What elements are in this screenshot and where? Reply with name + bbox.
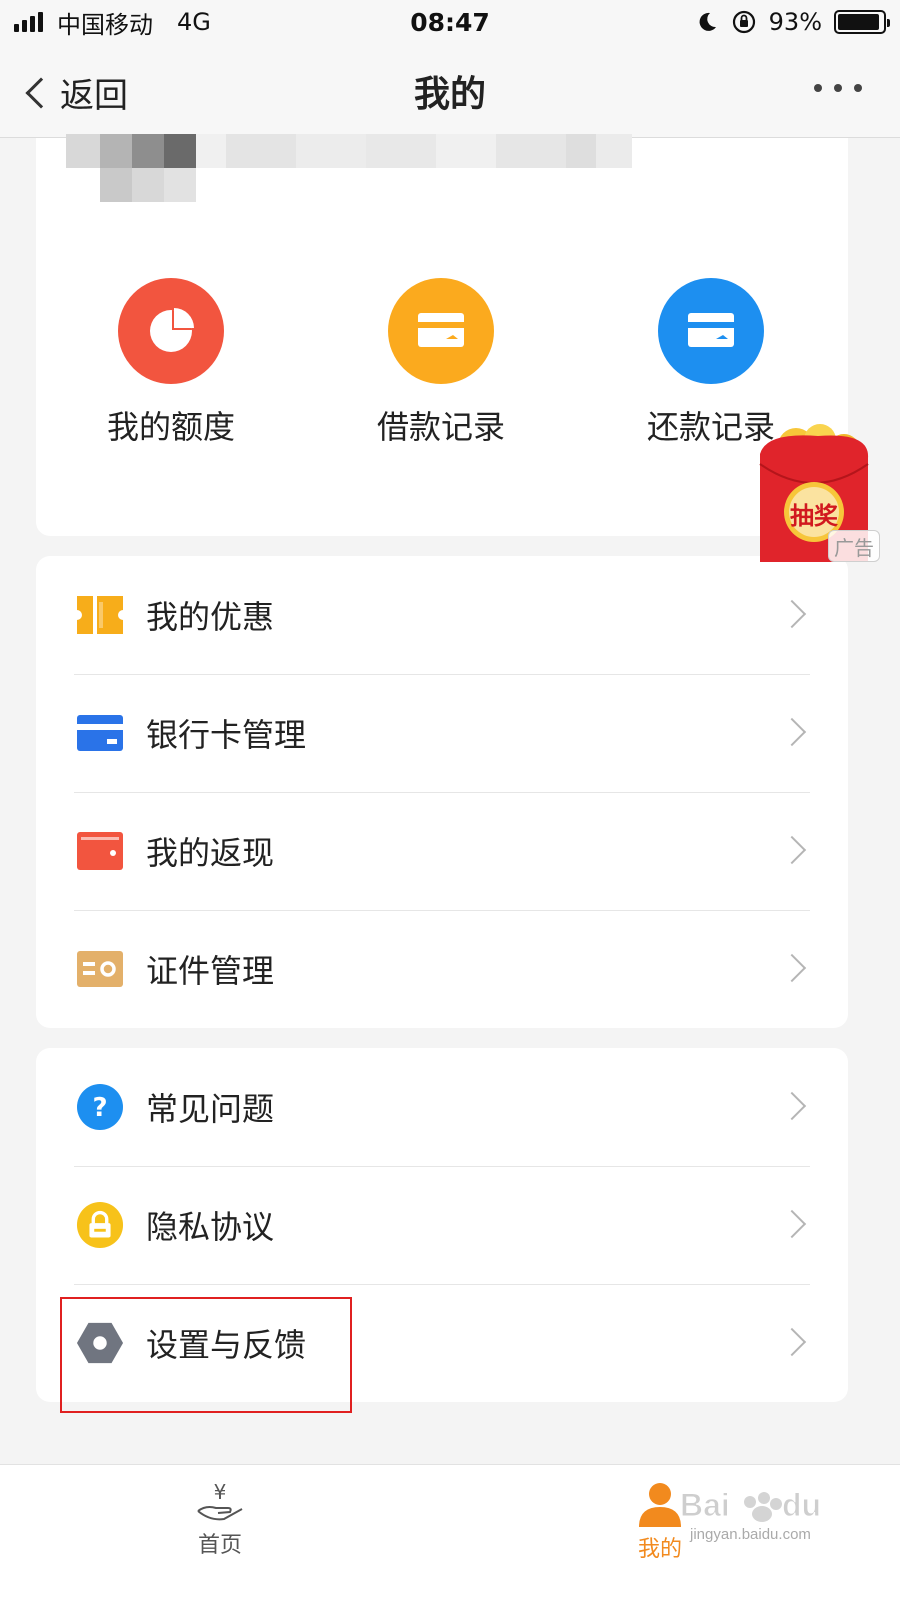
quick-action-loan-records[interactable]: 借款记录	[306, 278, 576, 448]
back-button[interactable]: 返回	[22, 68, 128, 117]
menu-item-coupons[interactable]: 我的优惠	[36, 556, 848, 674]
tab-label: 首页	[197, 1533, 242, 1558]
more-dots-icon[interactable]	[814, 84, 862, 92]
rotation-lock-icon	[732, 10, 755, 34]
menu-item-settings-feedback[interactable]: 设置与反馈	[36, 1284, 848, 1402]
signal-icon	[14, 12, 43, 32]
menu-label: 我的返现	[146, 834, 275, 872]
tab-bar: ¥ 首页 我的	[0, 1464, 900, 1600]
chevron-left-icon	[25, 76, 57, 109]
battery-icon	[834, 10, 890, 34]
profile-card: 我的额度 借款记录 还款记录	[36, 134, 848, 536]
home-yen-icon: ¥	[197, 1481, 243, 1521]
question-icon: ?	[76, 1083, 124, 1131]
card-icon	[388, 278, 494, 384]
tab-mine[interactable]: 我的	[620, 1481, 700, 1563]
chevron-right-icon	[777, 599, 807, 629]
chevron-right-icon	[777, 835, 807, 865]
user-icon	[639, 1483, 681, 1527]
status-left: 中国移动 4G	[14, 5, 211, 40]
page-title: 我的	[413, 73, 486, 115]
menu-label: 证件管理	[146, 952, 275, 990]
settings-icon	[76, 1319, 124, 1367]
carrier-name: 中国移动	[57, 10, 153, 39]
svg-text:?: ?	[92, 1093, 107, 1123]
network-type: 4G	[177, 8, 211, 36]
battery-percent: 93%	[768, 8, 822, 36]
status-right: 93%	[695, 8, 890, 36]
quick-action-quota[interactable]: 我的额度	[36, 278, 306, 448]
menu-item-faq[interactable]: ? 常见问题	[36, 1048, 848, 1166]
chevron-right-icon	[777, 953, 807, 983]
id-card-icon	[76, 945, 124, 993]
menu-label: 隐私协议	[146, 1208, 275, 1246]
tab-home[interactable]: ¥ 首页	[180, 1481, 260, 1559]
coupon-icon	[76, 591, 124, 639]
menu-item-id-docs[interactable]: 证件管理	[36, 910, 848, 1028]
menu-label: 常见问题	[146, 1090, 275, 1128]
menu-item-bank-cards[interactable]: 银行卡管理	[36, 674, 848, 792]
quick-action-repay-records[interactable]: 还款记录	[576, 278, 846, 448]
chevron-right-icon	[777, 1209, 807, 1239]
quick-actions: 我的额度 借款记录 还款记录	[36, 278, 848, 448]
menu-item-privacy[interactable]: 隐私协议	[36, 1166, 848, 1284]
chevron-right-icon	[777, 1091, 807, 1121]
tab-label: 我的	[637, 1537, 682, 1562]
quick-action-label: 我的额度	[106, 408, 235, 446]
card-icon	[658, 278, 764, 384]
menu-item-cashback[interactable]: 我的返现	[36, 792, 848, 910]
pie-chart-icon	[118, 278, 224, 384]
menu-label: 我的优惠	[146, 598, 275, 636]
menu-group-help: ? 常见问题 隐私协议 设置与反馈	[36, 1048, 848, 1402]
svg-text:¥: ¥	[214, 1481, 227, 1504]
back-label: 返回	[60, 76, 128, 116]
menu-label: 设置与反馈	[146, 1326, 307, 1364]
status-bar: 中国移动 4G 08:47 93%	[0, 0, 900, 44]
chevron-right-icon	[777, 717, 807, 747]
lottery-label: 抽奖	[790, 502, 838, 530]
battery-level	[838, 14, 879, 30]
navbar: 返回 我的	[0, 44, 900, 138]
menu-group-account: 我的优惠 银行卡管理 我的返现 证件管理	[36, 556, 848, 1028]
wallet-icon	[76, 827, 124, 875]
blurred-username	[66, 134, 646, 202]
lock-icon	[76, 1201, 124, 1249]
bank-card-icon	[76, 709, 124, 757]
menu-label: 银行卡管理	[146, 716, 307, 754]
ad-tag: 广告	[828, 530, 880, 562]
quick-action-label: 借款记录	[376, 408, 505, 446]
moon-icon	[699, 12, 716, 31]
chevron-right-icon	[777, 1327, 807, 1357]
